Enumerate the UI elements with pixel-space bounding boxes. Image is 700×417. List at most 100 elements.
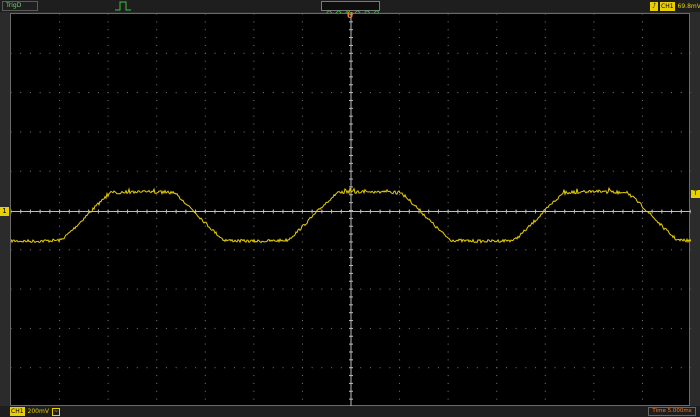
grid-dot bbox=[360, 131, 362, 133]
grid-dot bbox=[447, 52, 449, 54]
grid-dot bbox=[641, 327, 643, 329]
grid-dot bbox=[311, 249, 313, 251]
grid-dot bbox=[651, 52, 653, 54]
grid-dot bbox=[544, 68, 546, 70]
grid-dot bbox=[583, 92, 585, 94]
grid-dot bbox=[127, 288, 129, 290]
grid-dot bbox=[641, 21, 643, 23]
grid-dot bbox=[399, 359, 401, 361]
grid-dot bbox=[107, 37, 109, 39]
grid-dot bbox=[136, 131, 138, 133]
ch1-offset-marker[interactable]: 1 bbox=[0, 207, 9, 216]
grid-dot bbox=[641, 44, 643, 46]
grid-dot bbox=[447, 21, 449, 23]
grid-dot bbox=[447, 359, 449, 361]
grid-dot bbox=[253, 390, 255, 392]
grid-dot bbox=[641, 76, 643, 78]
grid-dot bbox=[253, 170, 255, 172]
grid-dot bbox=[107, 280, 109, 282]
trigger-level-marker[interactable]: T bbox=[691, 190, 700, 198]
grid-dot bbox=[554, 131, 556, 133]
grid-dot bbox=[253, 343, 255, 345]
grid-dot bbox=[535, 170, 537, 172]
grid-dot bbox=[457, 170, 459, 172]
grid-dot bbox=[496, 272, 498, 274]
grid-dot bbox=[195, 170, 197, 172]
grid-dot bbox=[544, 115, 546, 117]
ch1-scale-readout[interactable]: CH1 200mV ~ bbox=[10, 407, 61, 416]
timebase-readout[interactable]: Time 5.000ms bbox=[648, 407, 696, 416]
grid-dot bbox=[301, 233, 303, 235]
grid-dot bbox=[593, 84, 595, 86]
waveform-overview[interactable] bbox=[321, 1, 380, 16]
grid-dot bbox=[593, 154, 595, 156]
grid-dot bbox=[156, 225, 158, 227]
grid-dot bbox=[214, 170, 216, 172]
grid-dot bbox=[593, 131, 595, 133]
waveform-display[interactable] bbox=[10, 13, 691, 407]
grid-dot bbox=[622, 367, 624, 369]
grid-dot bbox=[78, 52, 80, 54]
grid-dot bbox=[525, 327, 527, 329]
grid-dot bbox=[301, 272, 303, 274]
grid-dot bbox=[253, 217, 255, 219]
grid-dot bbox=[331, 52, 333, 54]
grid-dot bbox=[671, 249, 673, 251]
grid-dot bbox=[156, 217, 158, 219]
grid-dot bbox=[554, 52, 556, 54]
grid-dot bbox=[661, 288, 663, 290]
grid-dot bbox=[29, 170, 31, 172]
grid-dot bbox=[622, 170, 624, 172]
grid-dot bbox=[680, 52, 682, 54]
grid-dot bbox=[544, 131, 546, 133]
grid-dot bbox=[107, 99, 109, 101]
grid-dot bbox=[612, 367, 614, 369]
grid-dot bbox=[156, 162, 158, 164]
grid-dot bbox=[593, 296, 595, 298]
trigger-settings-panel[interactable]: ⭜ CH1 69.8mV bbox=[650, 1, 700, 11]
grid-dot bbox=[467, 249, 469, 251]
grid-dot bbox=[165, 249, 167, 251]
grid-dot bbox=[554, 288, 556, 290]
grid-dot bbox=[39, 131, 41, 133]
grid-dot bbox=[204, 44, 206, 46]
grid-dot bbox=[292, 170, 294, 172]
grid-dot bbox=[641, 162, 643, 164]
grid-dot bbox=[447, 343, 449, 345]
grid-dot bbox=[544, 225, 546, 227]
grid-dot bbox=[301, 343, 303, 345]
trigger-position-marker[interactable]: U bbox=[346, 12, 354, 20]
grid-dot bbox=[593, 351, 595, 353]
grid-dot bbox=[525, 288, 527, 290]
grid-dot bbox=[107, 304, 109, 306]
grid-dot bbox=[447, 68, 449, 70]
grid-dot bbox=[331, 249, 333, 251]
grid-dot bbox=[360, 52, 362, 54]
grid-dot bbox=[399, 92, 401, 94]
grid-dot bbox=[331, 288, 333, 290]
grid-dot bbox=[641, 154, 643, 156]
grid-dot bbox=[59, 14, 61, 15]
grid-dot bbox=[156, 178, 158, 180]
grid-dot bbox=[107, 92, 109, 94]
trigger-source-badge: CH1 bbox=[660, 1, 675, 11]
grid-dot bbox=[301, 131, 303, 133]
grid-dot bbox=[399, 320, 401, 322]
grid-dot bbox=[107, 359, 109, 361]
grid-dot bbox=[399, 367, 401, 369]
grid-dot bbox=[505, 52, 507, 54]
grid-dot bbox=[641, 343, 643, 345]
grid-dot bbox=[671, 288, 673, 290]
grid-dot bbox=[399, 84, 401, 86]
grid-dot bbox=[641, 123, 643, 125]
grid-dot bbox=[496, 147, 498, 149]
grid-dot bbox=[156, 327, 158, 329]
grid-dot bbox=[496, 162, 498, 164]
grid-dot bbox=[11, 288, 12, 290]
grid-dot bbox=[428, 288, 430, 290]
grid-dot bbox=[641, 233, 643, 235]
grid-dot bbox=[107, 115, 109, 117]
grid-dot bbox=[641, 375, 643, 377]
grid-dot bbox=[379, 131, 381, 133]
grid-dot bbox=[457, 131, 459, 133]
